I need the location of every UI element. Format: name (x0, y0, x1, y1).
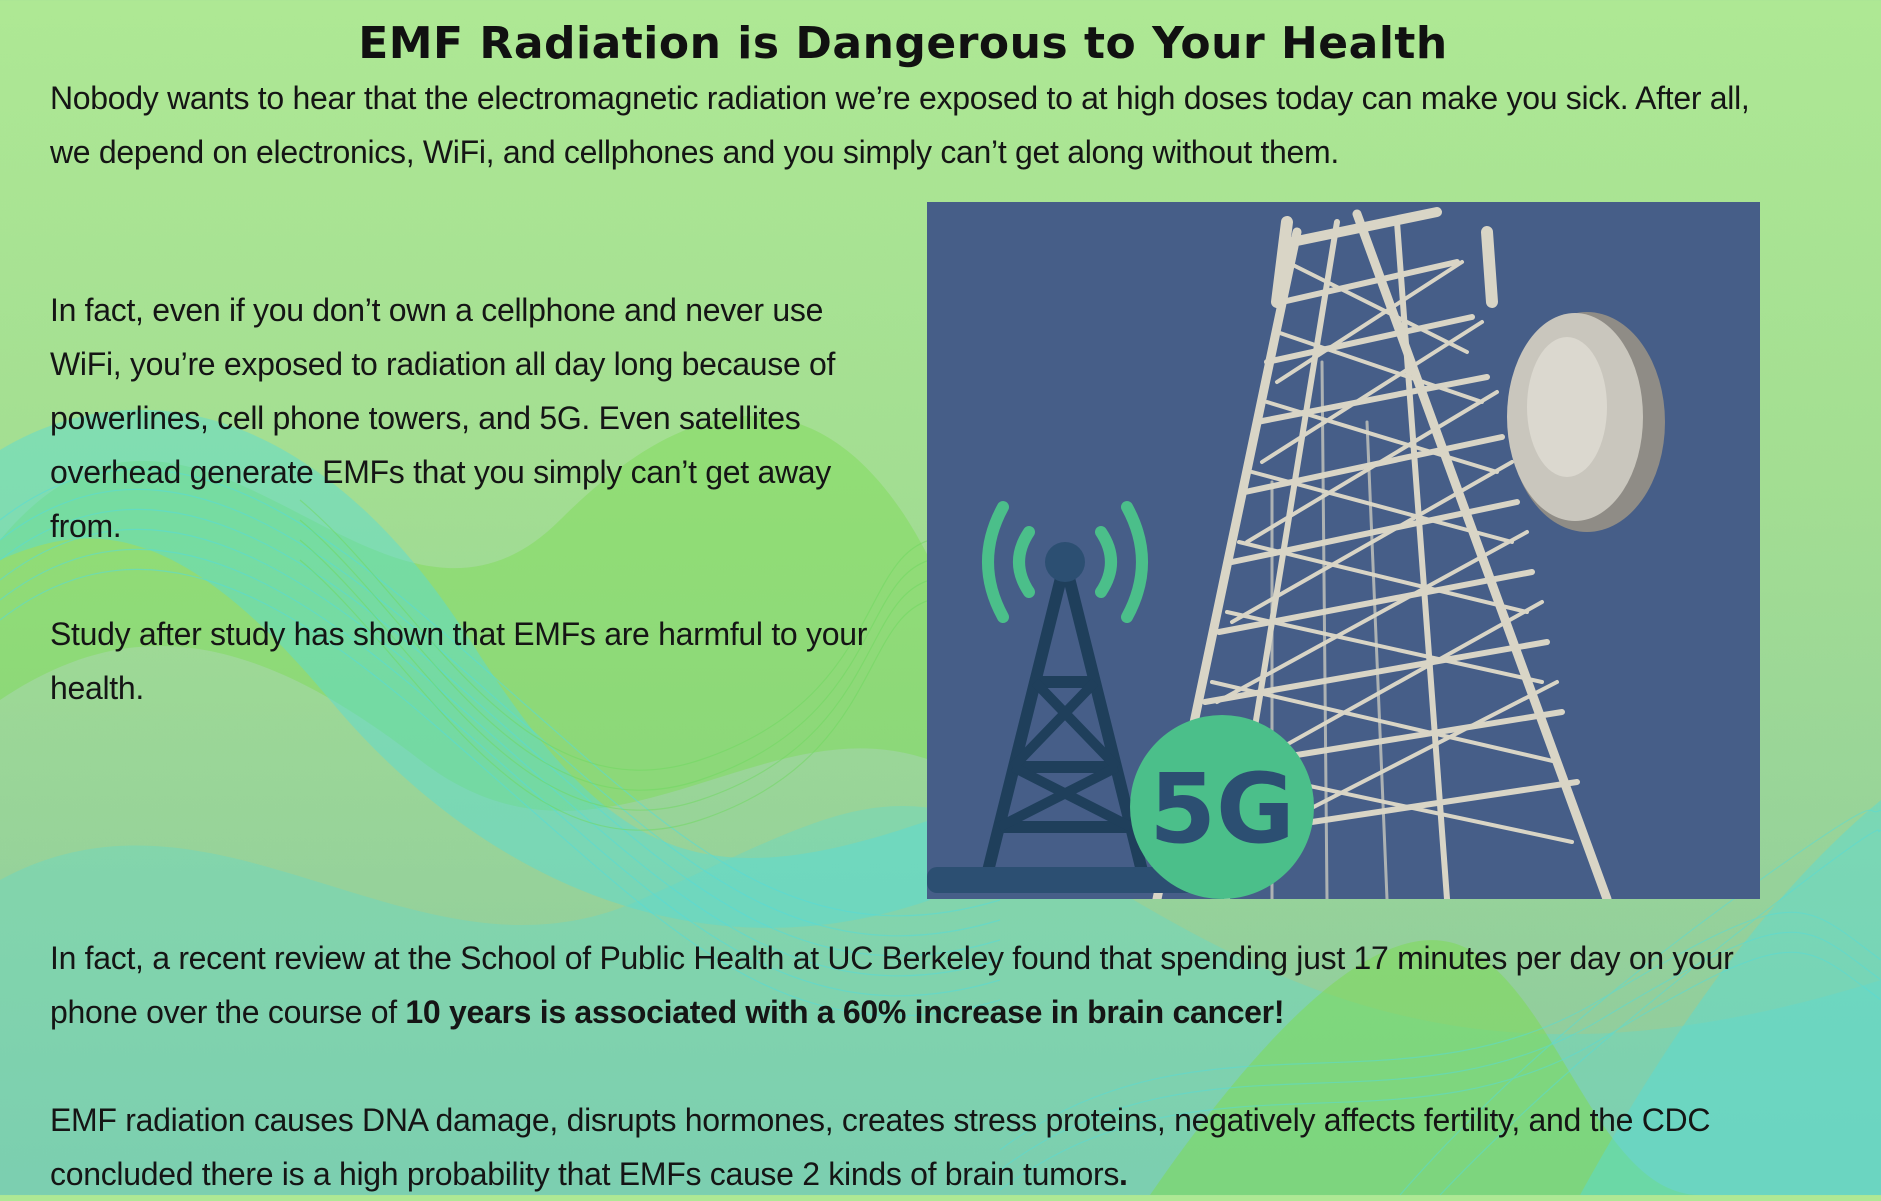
berkeley-paragraph: In fact, a recent review at the School o… (50, 931, 1790, 1039)
intro-paragraph: Nobody wants to hear that the electromag… (50, 80, 1750, 170)
article-title: EMF Radiation is Dangerous to Your Healt… (358, 18, 1448, 69)
5g-badge: 5G (1130, 715, 1314, 899)
effects-text: EMF radiation causes DNA damage, disrupt… (50, 1102, 1711, 1192)
effects-paragraph: EMF radiation causes DNA damage, disrupt… (50, 1093, 1790, 1201)
exposure-paragraph: In fact, even if you don’t own a cellpho… (50, 292, 836, 544)
5g-badge-label: 5G (1149, 753, 1295, 865)
effects-period: . (1119, 1156, 1128, 1192)
studies-paragraph: Study after study has shown that EMFs ar… (50, 616, 868, 706)
cell-tower-5g-image: 5G (927, 202, 1760, 899)
berkeley-highlight: 10 years is associated with a 60% increa… (405, 994, 1285, 1030)
article: EMF Radiation is Dangerous to Your Healt… (0, 0, 1881, 1195)
